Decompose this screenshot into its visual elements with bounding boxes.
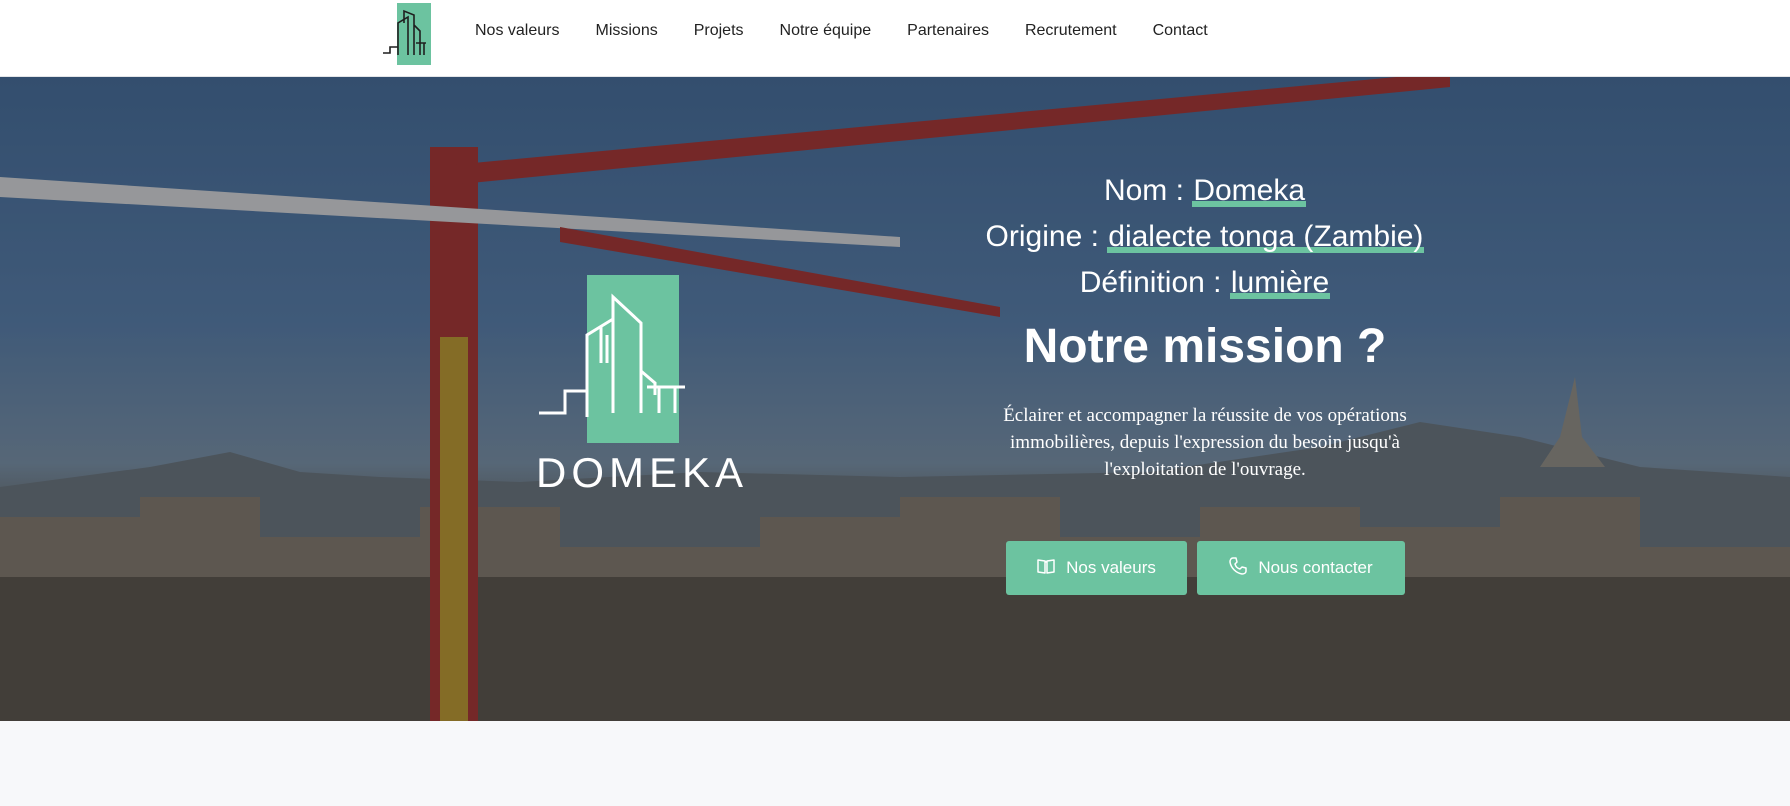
phone-icon <box>1228 556 1248 581</box>
next-section <box>0 721 1790 806</box>
main-nav: Nos valeurs Missions Projets Notre équip… <box>475 22 1208 40</box>
nos-valeurs-button[interactable]: Nos valeurs <box>1005 541 1187 595</box>
hero-overlay <box>0 77 1790 721</box>
mission-text: Éclairer et accompagner la réussite de v… <box>1003 405 1407 480</box>
definition-value: lumière <box>1229 266 1331 299</box>
name-value: Domeka <box>1192 174 1307 207</box>
name-line: Nom : Domeka <box>930 173 1480 209</box>
origin-label: Origine : <box>985 220 1108 253</box>
name-label: Nom : <box>1103 174 1193 207</box>
nav-link-nos-valeurs[interactable]: Nos valeurs <box>475 22 559 40</box>
logo-icon[interactable] <box>380 3 442 65</box>
nav-link-notre-equipe[interactable]: Notre équipe <box>780 22 872 40</box>
origin-value: dialecte tonga (Zambie) <box>1107 220 1425 253</box>
nos-valeurs-button-label: Nos valeurs <box>1066 558 1156 577</box>
origin-line: Origine : dialecte tonga (Zambie) <box>930 219 1480 255</box>
nav-link-missions[interactable]: Missions <box>595 22 657 40</box>
nous-contacter-button[interactable]: Nous contacter <box>1196 541 1405 595</box>
nav-link-contact[interactable]: Contact <box>1153 22 1208 40</box>
hero-section: DOMEKA Nom : Domeka Origine : dialecte t… <box>0 77 1790 721</box>
nous-contacter-button-label: Nous contacter <box>1258 558 1373 577</box>
nav-link-recrutement[interactable]: Recrutement <box>1025 22 1117 40</box>
definition-line: Définition : lumière <box>930 265 1480 301</box>
hero-content: Nom : Domeka Origine : dialecte tonga (Z… <box>930 173 1480 595</box>
definition-label: Définition : <box>1079 266 1230 299</box>
nav-link-partenaires[interactable]: Partenaires <box>907 22 989 40</box>
open-book-icon <box>1036 556 1056 581</box>
nav-link-projets[interactable]: Projets <box>694 22 744 40</box>
cta-row: Nos valeurs Nous contacter <box>930 541 1480 595</box>
site-header: Nos valeurs Missions Projets Notre équip… <box>0 0 1790 77</box>
mission-title: Notre mission ? <box>1023 320 1387 373</box>
domeka-wordmark: DOMEKA <box>536 449 749 496</box>
